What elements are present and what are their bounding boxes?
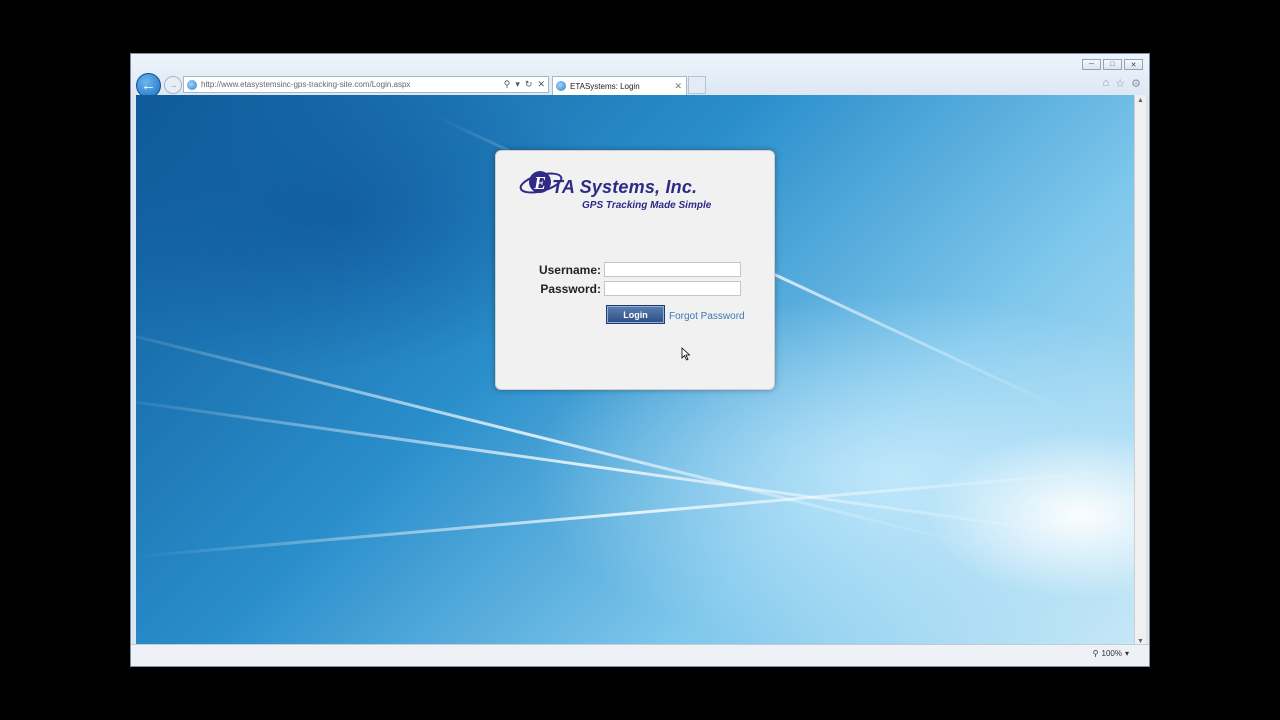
background-streak <box>136 467 1133 558</box>
brand-tagline: GPS Tracking Made Simple <box>582 200 712 211</box>
star-icon[interactable]: ☆ <box>1115 77 1125 90</box>
arrow-left-icon: ← <box>141 77 156 94</box>
username-label: Username: <box>538 263 601 277</box>
vertical-scrollbar[interactable]: ▲ ▼ <box>1134 95 1146 647</box>
refresh-icon[interactable]: ↻ <box>525 79 533 90</box>
ie-page-icon <box>187 79 197 90</box>
username-field[interactable] <box>604 262 741 277</box>
close-tab-icon[interactable]: ✕ <box>674 81 686 92</box>
logo-letter: E <box>533 173 546 193</box>
ie-tab-icon <box>556 81 566 91</box>
dropdown-icon[interactable]: ▾ <box>515 79 520 90</box>
login-button[interactable]: Login <box>606 305 665 324</box>
address-url[interactable]: http://www.etasystemsinc-gps-tracking-si… <box>201 80 504 89</box>
stop-icon[interactable]: ✕ <box>537 79 545 90</box>
login-panel: E TA Systems, Inc. GPS Tracking Made Sim… <box>495 150 775 390</box>
password-label: Password: <box>540 282 601 296</box>
close-window-button[interactable]: ✕ <box>1124 59 1143 70</box>
tab-login[interactable]: ETASystems: Login ✕ <box>552 76 687 95</box>
page-viewport: E TA Systems, Inc. GPS Tracking Made Sim… <box>136 95 1134 647</box>
address-bar[interactable]: http://www.etasystemsinc-gps-tracking-si… <box>183 76 549 93</box>
scroll-up-icon[interactable]: ▲ <box>1137 97 1144 104</box>
browser-window: ← → http://www.etasystemsinc-gps-trackin… <box>130 53 1150 667</box>
minimize-button[interactable]: ─ <box>1082 59 1101 70</box>
maximize-button[interactable]: □ <box>1103 59 1122 70</box>
search-icon[interactable]: ⚲ <box>504 79 511 90</box>
password-field[interactable] <box>604 281 741 296</box>
gear-icon[interactable]: ⚙ <box>1131 77 1141 90</box>
home-icon[interactable]: ⌂ <box>1103 77 1110 90</box>
zoom-level: 100% <box>1101 649 1122 658</box>
arrow-right-icon: → <box>168 79 178 91</box>
forgot-password-link[interactable]: Forgot Password <box>669 311 745 322</box>
eta-systems-logo: E TA Systems, Inc. GPS Tracking Made Sim… <box>518 165 758 217</box>
forward-button[interactable]: → <box>164 76 182 94</box>
browser-toolbar: ← → http://www.etasystemsinc-gps-trackin… <box>131 54 1149 98</box>
brand-name: TA Systems, Inc. <box>552 177 698 197</box>
mouse-cursor-icon <box>681 347 691 361</box>
new-tab-button[interactable] <box>688 76 706 94</box>
tab-title: ETASystems: Login <box>570 81 640 91</box>
zoom-icon: ⚲ <box>1092 649 1099 658</box>
zoom-dropdown-icon[interactable]: ▾ <box>1125 649 1129 658</box>
zoom-control[interactable]: ⚲ 100% ▾ <box>1093 649 1129 658</box>
status-bar: ⚲ 100% ▾ <box>131 644 1149 666</box>
